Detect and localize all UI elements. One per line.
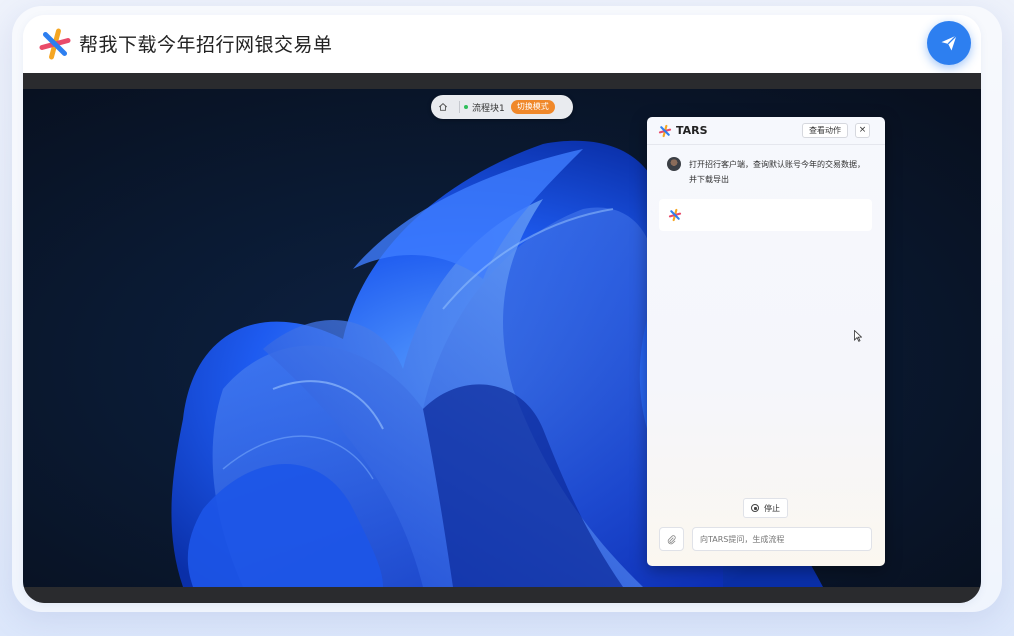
panel-title: TARS bbox=[676, 124, 708, 137]
mouse-cursor-icon bbox=[854, 330, 862, 342]
paperclip-icon bbox=[667, 534, 676, 544]
user-message: 打开招行客户端，查询默认账号今年的交易数据，并下载导出 bbox=[689, 160, 865, 184]
switch-mode-button[interactable]: 切换模式 bbox=[510, 100, 555, 114]
screen-bottom-bar bbox=[23, 587, 981, 603]
send-button[interactable] bbox=[927, 21, 971, 65]
home-icon bbox=[438, 103, 448, 111]
chat-input[interactable] bbox=[692, 527, 872, 551]
assistant-message bbox=[659, 199, 872, 231]
task-window: 帮我下载今年招行网银交易单 流程块1 切换模式 TARS 查看动作 × 打开招行… bbox=[23, 15, 981, 603]
title-bar: 帮我下载今年招行网银交易单 bbox=[23, 15, 981, 73]
close-button[interactable]: × bbox=[855, 123, 870, 138]
home-button[interactable] bbox=[431, 95, 455, 119]
user-avatar bbox=[667, 157, 681, 171]
tars-logo-icon bbox=[668, 208, 682, 222]
view-actions-button[interactable]: 查看动作 bbox=[802, 123, 848, 138]
flow-toolbar: 流程块1 切换模式 bbox=[431, 95, 573, 119]
stop-button[interactable]: 停止 bbox=[743, 498, 788, 518]
tars-chat-panel: TARS 查看动作 × 打开招行客户端，查询默认账号今年的交易数据，并下载导出 … bbox=[647, 117, 885, 566]
divider bbox=[459, 101, 460, 113]
attach-button[interactable] bbox=[659, 527, 684, 551]
task-title: 帮我下载今年招行网银交易单 bbox=[79, 34, 333, 56]
tars-logo-icon bbox=[658, 124, 672, 138]
status-dot bbox=[464, 105, 468, 109]
panel-header: TARS 查看动作 × bbox=[647, 117, 885, 145]
flow-block-label[interactable]: 流程块1 bbox=[472, 101, 505, 114]
stop-icon bbox=[751, 504, 759, 512]
send-icon bbox=[941, 35, 957, 51]
tars-logo-icon bbox=[39, 28, 71, 60]
stop-label: 停止 bbox=[764, 503, 780, 513]
